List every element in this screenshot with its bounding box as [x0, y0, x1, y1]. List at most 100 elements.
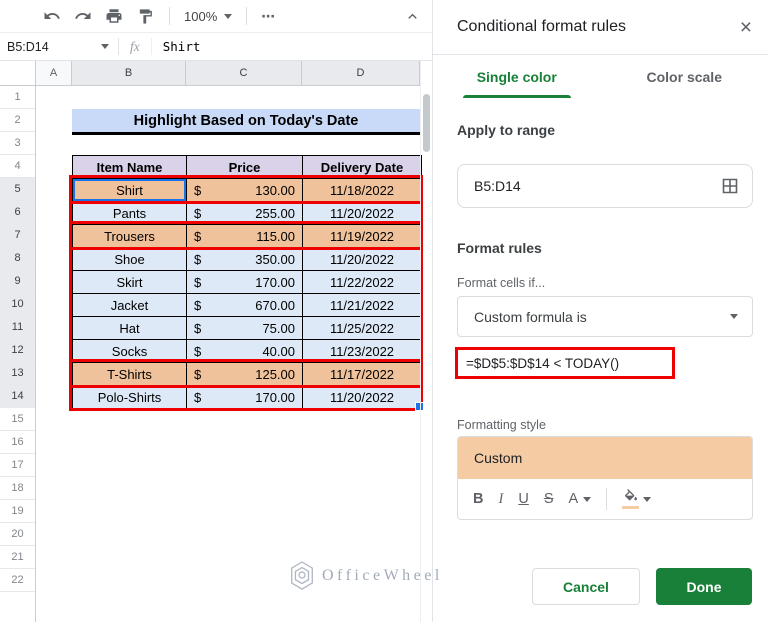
- row-header-6[interactable]: 6: [0, 201, 35, 224]
- print-icon[interactable]: [104, 6, 124, 26]
- cell-item-name[interactable]: Hat: [73, 317, 187, 340]
- cell-price[interactable]: $130.00: [187, 179, 303, 202]
- underline-button[interactable]: U: [518, 491, 528, 507]
- vertical-scrollbar[interactable]: [420, 61, 432, 622]
- cell-price[interactable]: $75.00: [187, 317, 303, 340]
- row-header-2[interactable]: 2: [0, 109, 35, 132]
- table-row: Socks $40.00 11/23/2022: [73, 340, 421, 363]
- paint-format-icon[interactable]: [135, 6, 155, 26]
- zoom-select[interactable]: 100%: [184, 8, 233, 24]
- column-header-C[interactable]: C: [186, 61, 302, 85]
- strikethrough-button[interactable]: S: [544, 491, 554, 507]
- row-header-8[interactable]: 8: [0, 247, 35, 270]
- cell-delivery-date[interactable]: 11/19/2022: [303, 225, 421, 248]
- table-row: Shoe $350.00 11/20/2022: [73, 248, 421, 271]
- cell-price[interactable]: $115.00: [187, 225, 303, 248]
- more-options-icon[interactable]: ⋯: [261, 8, 277, 25]
- scrollbar-thumb[interactable]: [423, 94, 430, 152]
- select-data-range-icon[interactable]: [721, 177, 739, 195]
- cell-price[interactable]: $350.00: [187, 248, 303, 271]
- fill-color-button[interactable]: [622, 489, 652, 509]
- cell-price[interactable]: $670.00: [187, 294, 303, 317]
- cell-item-name[interactable]: T-Shirts: [73, 363, 187, 386]
- cell-price[interactable]: $170.00: [187, 386, 303, 409]
- cell-item-name[interactable]: Socks: [73, 340, 187, 363]
- table-header-cell[interactable]: Item Name: [73, 156, 187, 179]
- chevron-down-icon: [730, 314, 738, 319]
- row-header-17[interactable]: 17: [0, 454, 35, 477]
- custom-formula-input[interactable]: =$D$5:$D$14 < TODAY(): [455, 347, 675, 379]
- cell-delivery-date[interactable]: 11/17/2022: [303, 363, 421, 386]
- cell-delivery-date[interactable]: 11/20/2022: [303, 202, 421, 225]
- cell-delivery-date[interactable]: 11/20/2022: [303, 248, 421, 271]
- row-header-9[interactable]: 9: [0, 270, 35, 293]
- italic-button[interactable]: I: [498, 491, 503, 508]
- cell-item-name[interactable]: Trousers: [73, 225, 187, 248]
- cell-delivery-date[interactable]: 11/20/2022: [303, 386, 421, 409]
- cell-delivery-date[interactable]: 11/23/2022: [303, 340, 421, 363]
- row-header-16[interactable]: 16: [0, 431, 35, 454]
- undo-icon[interactable]: [42, 6, 62, 26]
- cell-delivery-date[interactable]: 11/25/2022: [303, 317, 421, 340]
- cancel-button[interactable]: Cancel: [532, 568, 640, 605]
- format-condition-dropdown[interactable]: Custom formula is: [457, 296, 753, 337]
- done-button[interactable]: Done: [656, 568, 752, 605]
- cell-price[interactable]: $125.00: [187, 363, 303, 386]
- row-header-3[interactable]: 3: [0, 132, 35, 155]
- panel-buttons: Cancel Done: [433, 568, 768, 605]
- row-header-4[interactable]: 4: [0, 155, 35, 178]
- zoom-value: 100%: [184, 8, 218, 24]
- table-header-cell[interactable]: Delivery Date: [303, 156, 421, 179]
- row-header-10[interactable]: 10: [0, 293, 35, 316]
- formula-bar-input[interactable]: Shirt: [152, 39, 432, 54]
- tab-color-scale[interactable]: Color scale: [601, 55, 768, 98]
- row-header-5[interactable]: 5: [0, 178, 35, 201]
- row-header-20[interactable]: 20: [0, 523, 35, 546]
- table-row: Shirt $130.00 11/18/2022: [73, 179, 421, 202]
- cell-price[interactable]: $255.00: [187, 202, 303, 225]
- table-body: Shirt $130.00 11/18/2022 Pants $255.00 11/20/…: [73, 179, 421, 409]
- formatting-style-box: Custom B I U S A: [457, 436, 753, 520]
- column-header-D[interactable]: D: [302, 61, 420, 85]
- cell-item-name[interactable]: Pants: [73, 202, 187, 225]
- row-header-12[interactable]: 12: [0, 339, 35, 362]
- row-header-7[interactable]: 7: [0, 224, 35, 247]
- bold-button[interactable]: B: [473, 491, 483, 507]
- redo-icon[interactable]: [73, 6, 93, 26]
- tab-single-color[interactable]: Single color: [433, 55, 601, 98]
- row-header-11[interactable]: 11: [0, 316, 35, 339]
- row-header-19[interactable]: 19: [0, 500, 35, 523]
- cell-item-name[interactable]: Shirt: [73, 179, 187, 202]
- column-header-A[interactable]: A: [36, 61, 72, 85]
- currency-symbol: $: [194, 205, 202, 221]
- close-icon[interactable]: ×: [740, 17, 752, 38]
- column-header-B[interactable]: B: [72, 61, 186, 85]
- style-preview: Custom: [458, 437, 752, 479]
- cell-item-name[interactable]: Jacket: [73, 294, 187, 317]
- cell-delivery-date[interactable]: 11/21/2022: [303, 294, 421, 317]
- row-header-15[interactable]: 15: [0, 408, 35, 431]
- text-color-button[interactable]: A: [568, 491, 592, 507]
- row-header-13[interactable]: 13: [0, 362, 35, 385]
- row-header-21[interactable]: 21: [0, 546, 35, 569]
- name-box[interactable]: B5:D14: [0, 40, 118, 54]
- currency-symbol: $: [194, 182, 202, 198]
- collapse-toolbar-icon[interactable]: [405, 9, 420, 24]
- sheet-title-cell[interactable]: Highlight Based on Today's Date: [72, 109, 420, 135]
- row-header-1[interactable]: 1: [0, 86, 35, 109]
- cell-delivery-date[interactable]: 11/18/2022: [303, 179, 421, 202]
- select-all-corner[interactable]: [0, 61, 36, 85]
- officewheel-logo-icon: [291, 561, 313, 590]
- cell-price[interactable]: $40.00: [187, 340, 303, 363]
- row-header-18[interactable]: 18: [0, 477, 35, 500]
- row-header-14[interactable]: 14: [0, 385, 35, 408]
- cell-item-name[interactable]: Polo-Shirts: [73, 386, 187, 409]
- cell-item-name[interactable]: Skirt: [73, 271, 187, 294]
- table-header-row: Item Name Price Delivery Date: [73, 156, 421, 179]
- table-header-cell[interactable]: Price: [187, 156, 303, 179]
- cell-delivery-date[interactable]: 11/22/2022: [303, 271, 421, 294]
- apply-to-range-input[interactable]: B5:D14: [457, 164, 753, 208]
- cell-price[interactable]: $170.00: [187, 271, 303, 294]
- cell-item-name[interactable]: Shoe: [73, 248, 187, 271]
- row-header-22[interactable]: 22: [0, 569, 35, 592]
